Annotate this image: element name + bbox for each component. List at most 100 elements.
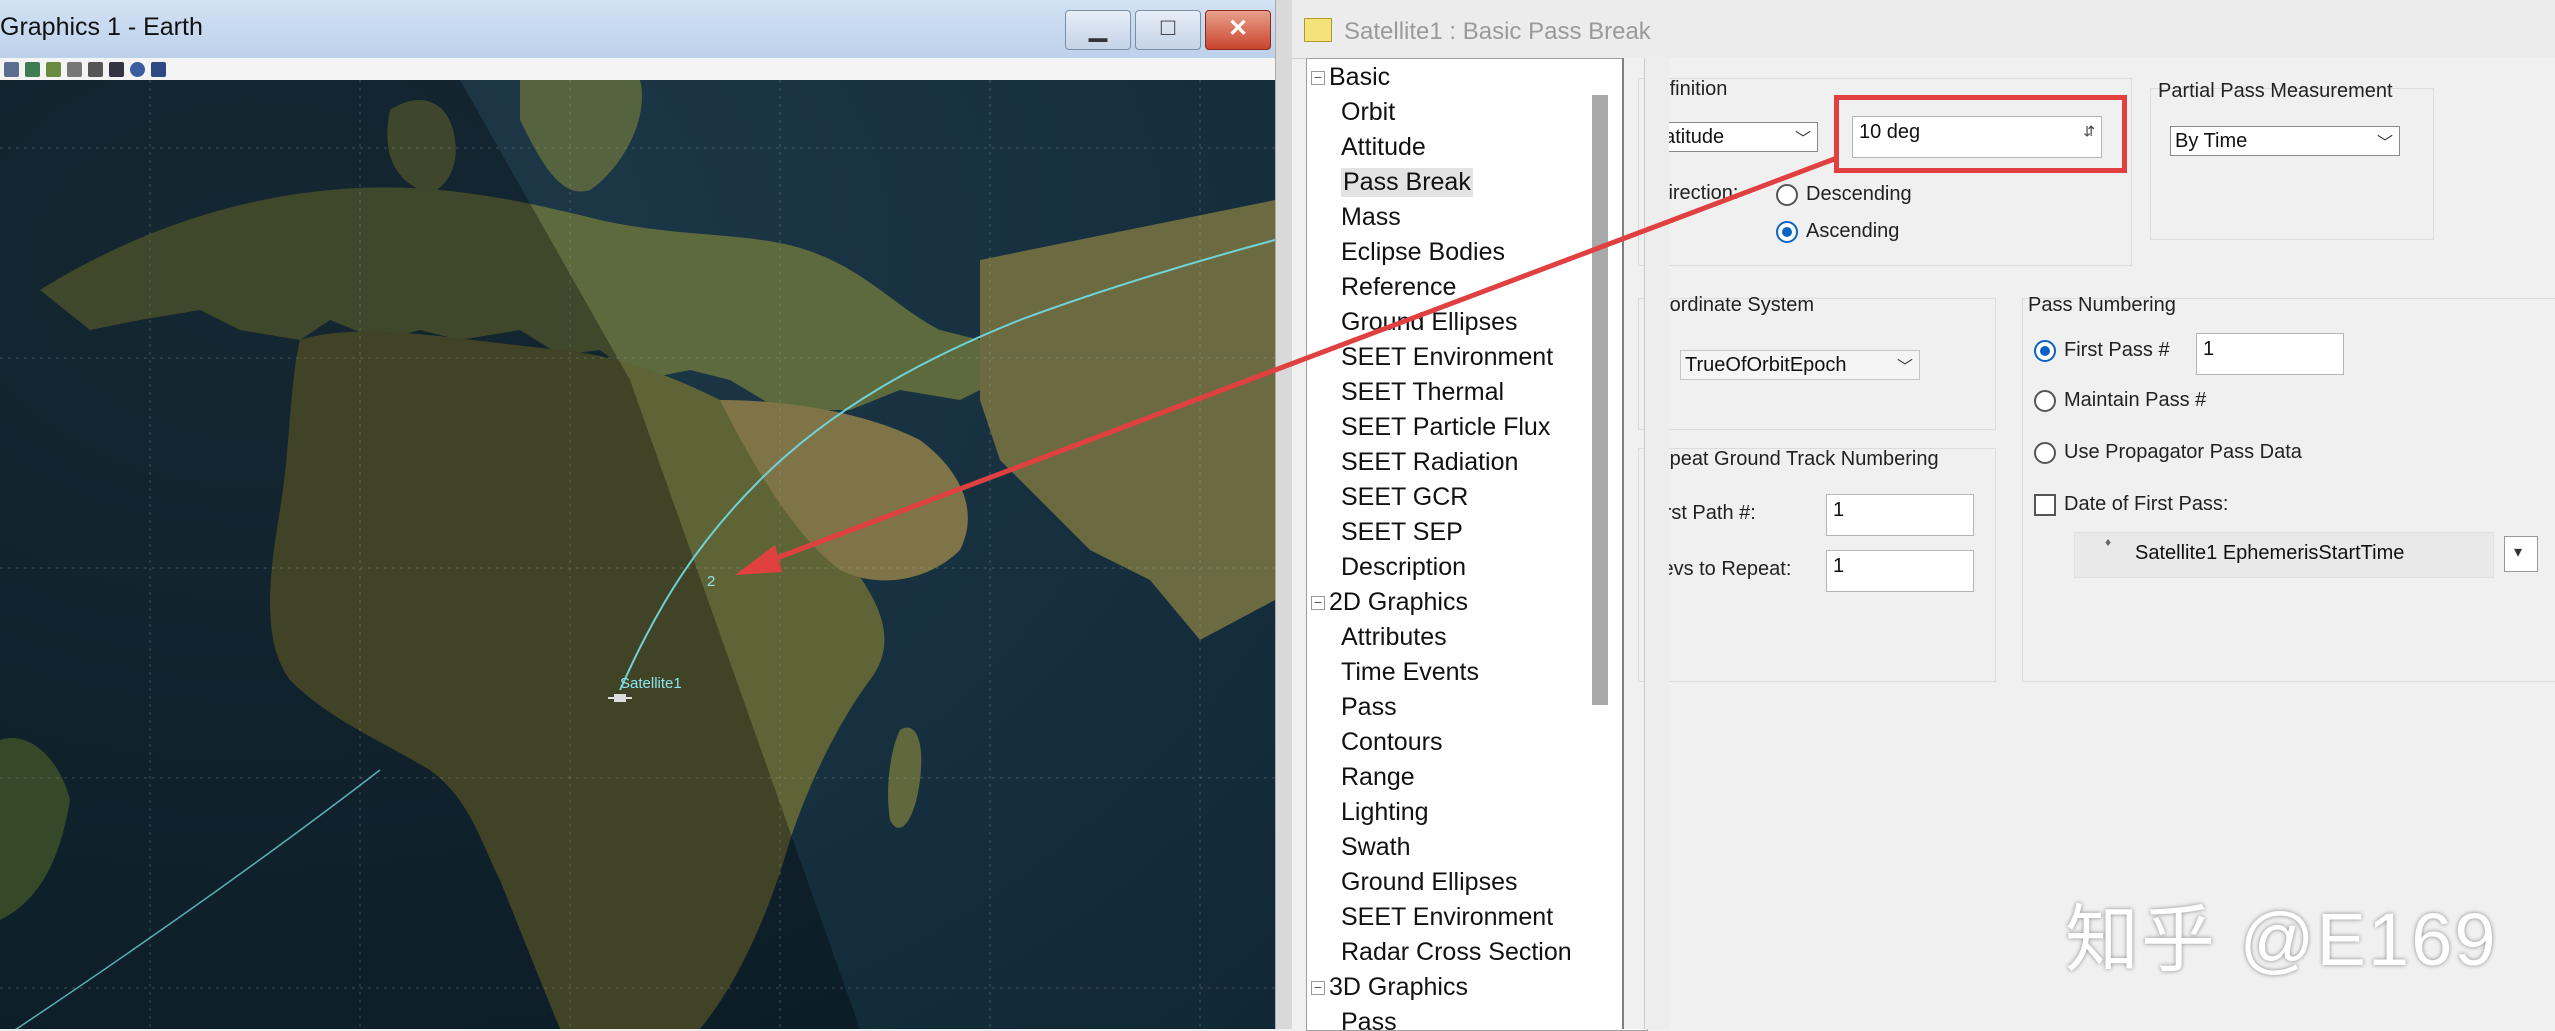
revs-to-repeat-field[interactable]: 1: [1826, 550, 1974, 592]
tree-item-radar-cross-section[interactable]: Radar Cross Section: [1341, 938, 1572, 967]
tree-item-range[interactable]: Range: [1341, 763, 1415, 792]
tree-item-mass[interactable]: Mass: [1341, 203, 1401, 232]
coordinate-system-value: TrueOfOrbitEpoch: [1685, 354, 1847, 376]
asia-landmass: [980, 200, 1275, 640]
coordinate-system-select[interactable]: TrueOfOrbitEpoch ﹀: [1680, 350, 1920, 380]
minimize-icon: ▁: [1088, 15, 1108, 42]
pass-numbering-title: Pass Numbering: [2028, 294, 2176, 316]
tree-item-description[interactable]: Description: [1341, 553, 1466, 582]
tree-item-lighting[interactable]: Lighting: [1341, 798, 1429, 827]
tree-item-reference[interactable]: Reference: [1341, 273, 1456, 302]
earth-map[interactable]: Satellite1 2: [0, 80, 1275, 1029]
tree-collapse-icon[interactable]: −: [1311, 70, 1325, 85]
tree-item-seet-sep[interactable]: SEET SEP: [1341, 518, 1463, 547]
dropdown-arrow-icon: ﹀: [2376, 135, 2393, 152]
first-pass-field[interactable]: 1: [2196, 333, 2344, 375]
maximize-icon: □: [1160, 14, 1176, 41]
properties-titlebar: Satellite1 : Basic Pass Break: [1292, 0, 2555, 59]
tree-item-attitude[interactable]: Attitude: [1341, 133, 1426, 162]
tree-item-eclipse-bodies[interactable]: Eclipse Bodies: [1341, 238, 1505, 267]
tree-item-attributes[interactable]: Attributes: [1341, 623, 1447, 652]
partial-pass-value: By Time: [2175, 130, 2248, 152]
first-pass-radio[interactable]: [2034, 340, 2056, 362]
tree-item-contours[interactable]: Contours: [1341, 728, 1442, 757]
properties-window: Satellite1 : Basic Pass Break − Basic Or…: [1292, 0, 2555, 1031]
scandinavia-landmass: [520, 80, 642, 192]
tree-item-orbit[interactable]: Orbit: [1341, 98, 1395, 127]
tree-item-seet-gcr[interactable]: SEET GCR: [1341, 483, 1468, 512]
tree-item-seet-environment[interactable]: SEET Environment: [1341, 343, 1553, 372]
globe-icon[interactable]: [130, 61, 145, 77]
partial-pass-group: [2150, 88, 2434, 240]
watermark: 知乎 @E169: [2065, 898, 2498, 981]
annotation-highlight: [1834, 95, 2127, 173]
save-icon[interactable]: [67, 61, 82, 77]
tree-node-3d-graphics[interactable]: 3D Graphics: [1329, 973, 1468, 1002]
properties-icon[interactable]: [151, 61, 166, 77]
tree-item-ground-ellipses-2d[interactable]: Ground Ellipses: [1341, 868, 1517, 897]
partial-pass-title: Partial Pass Measurement: [2158, 80, 2393, 102]
tree-item-pass-3d[interactable]: Pass: [1341, 1008, 1397, 1030]
first-path-field[interactable]: 1: [1826, 494, 1974, 536]
tree-scrollbar-thumb[interactable]: [1592, 95, 1608, 705]
maintain-pass-label[interactable]: Maintain Pass #: [2064, 389, 2206, 412]
tree-collapse-icon[interactable]: −: [1311, 980, 1325, 995]
revs-to-repeat-label: Revs to Repeat:: [1648, 558, 1792, 580]
dropdown-arrow-icon: ﹀: [1794, 131, 1811, 148]
tree-item-pass[interactable]: Pass: [1341, 693, 1397, 722]
tree-item-time-events[interactable]: Time Events: [1341, 658, 1479, 687]
graphics-window-title: Graphics 1 - Earth: [0, 13, 203, 41]
graphics-window: Graphics 1 - Earth ▁ □ ✕ Satellite1 2: [0, 0, 1275, 1029]
dropdown-arrow-icon: ﹀: [1896, 359, 1913, 376]
first-pass-value: 1: [2203, 338, 2215, 360]
dropdown-arrow-icon: ▾: [2514, 544, 2523, 561]
print-icon[interactable]: [88, 61, 103, 77]
satellite-label[interactable]: Satellite1: [620, 675, 682, 692]
maintain-pass-radio[interactable]: [2034, 390, 2056, 412]
tree-item-seet-thermal[interactable]: SEET Thermal: [1341, 378, 1504, 407]
ascending-label[interactable]: Ascending: [1806, 220, 1899, 243]
ascending-radio[interactable]: [1776, 221, 1798, 243]
revs-to-repeat-value: 1: [1833, 555, 1845, 577]
descending-label[interactable]: Descending: [1806, 183, 1912, 206]
tree-node-2d-graphics[interactable]: 2D Graphics: [1329, 588, 1468, 617]
pass-number-label: 2: [707, 573, 716, 590]
definition-type-select[interactable]: Latitude ﹀: [1648, 122, 1818, 152]
camera-icon[interactable]: [109, 61, 124, 77]
minimize-button[interactable]: ▁: [1065, 10, 1131, 50]
maximize-button[interactable]: □: [1135, 10, 1201, 50]
date-of-first-pass-label[interactable]: Date of First Pass:: [2064, 493, 2229, 516]
tree-item-seet-radiation[interactable]: SEET Radiation: [1341, 448, 1518, 477]
layers-icon[interactable]: [46, 61, 61, 77]
first-pass-label[interactable]: First Pass #: [2064, 339, 2170, 362]
close-icon: ✕: [1227, 15, 1249, 42]
tree-item-swath[interactable]: Swath: [1341, 833, 1410, 862]
note-icon: [1304, 18, 1332, 42]
earth-map-canvas: [0, 80, 1275, 1029]
close-button[interactable]: ✕: [1205, 10, 1271, 50]
coordinate-system-title: Coordinate System: [1644, 294, 1815, 316]
use-propagator-label[interactable]: Use Propagator Pass Data: [2064, 441, 2302, 464]
date-options-button[interactable]: ▾: [2504, 536, 2538, 572]
partial-pass-select[interactable]: By Time ﹀: [2170, 126, 2400, 156]
tree-collapse-icon[interactable]: −: [1311, 595, 1325, 610]
date-of-first-pass-checkbox[interactable]: [2034, 494, 2056, 516]
first-pass-date-value: Satellite1 EphemerisStartTime: [2135, 542, 2405, 564]
graphics-toolbar: [0, 58, 1275, 81]
use-propagator-radio[interactable]: [2034, 442, 2056, 464]
tree-scrollbar[interactable]: [1644, 58, 1669, 1029]
repeat-ground-track-title: Repeat Ground Track Numbering: [1644, 448, 1939, 470]
first-pass-date-field[interactable]: ♦ Satellite1 EphemerisStartTime: [2074, 532, 2494, 578]
tree-item-seet-particle-flux[interactable]: SEET Particle Flux: [1341, 413, 1550, 442]
first-path-value: 1: [1833, 499, 1845, 521]
descending-radio[interactable]: [1776, 184, 1798, 206]
properties-window-title: Satellite1 : Basic Pass Break: [1344, 18, 1651, 45]
time-icon: ♦: [2105, 535, 2112, 549]
tree-item-seet-environment-2d[interactable]: SEET Environment: [1341, 903, 1553, 932]
tree-node-basic[interactable]: Basic: [1329, 63, 1390, 92]
graphics-titlebar: Graphics 1 - Earth ▁ □ ✕: [0, 0, 1275, 59]
map-view-icon[interactable]: [25, 61, 40, 77]
tree-item-pass-break[interactable]: Pass Break: [1341, 168, 1473, 197]
tree-item-ground-ellipses[interactable]: Ground Ellipses: [1341, 308, 1517, 337]
zoom-icon[interactable]: [4, 61, 19, 77]
